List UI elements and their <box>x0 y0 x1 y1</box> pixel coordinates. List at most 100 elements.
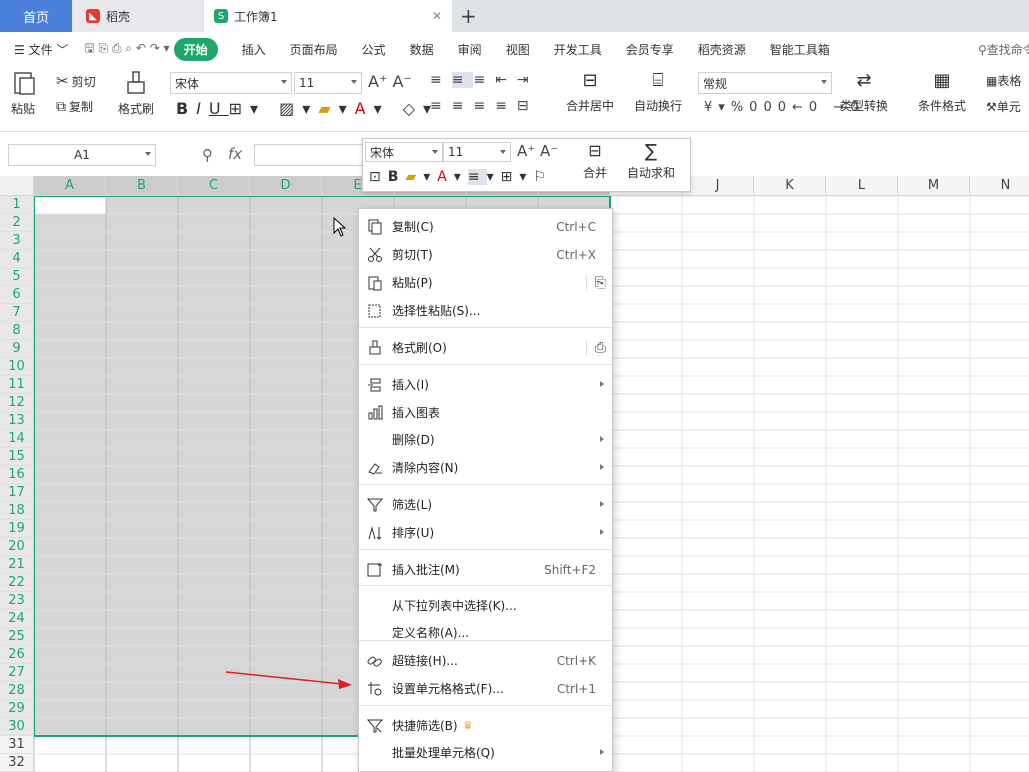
row-header-2[interactable]: 2 <box>0 214 34 232</box>
row-header-11[interactable]: 11 <box>0 376 34 394</box>
row-header-14[interactable]: 14 <box>0 430 34 448</box>
cell-button[interactable]: ⚒ 单元 <box>986 98 1021 115</box>
column-header-n[interactable]: N <box>970 176 1029 196</box>
context-menu-item-7[interactable]: 删除(D) <box>359 426 612 453</box>
row-header-25[interactable]: 25 <box>0 628 34 646</box>
row-header-20[interactable]: 20 <box>0 538 34 556</box>
context-menu-item-0[interactable]: 复制(C) Ctrl+C <box>359 213 612 240</box>
mini-style-buttons[interactable]: ⊡ B ▰ ▾ A ▾ ≡ ▾⊞▾⚐ <box>369 169 553 185</box>
column-header-l[interactable]: L <box>826 176 898 196</box>
menu-tab-6[interactable]: 视图 <box>494 41 542 58</box>
row-header-12[interactable]: 12 <box>0 394 34 412</box>
mini-font-grow-shrink[interactable]: A⁺ A⁻ <box>517 142 558 160</box>
row-header-9[interactable]: 9 <box>0 340 34 358</box>
menu-tab-9[interactable]: 稻壳资源 <box>686 41 758 58</box>
context-menu-item-14[interactable]: 超链接(H)... Ctrl+K <box>359 647 612 674</box>
menu-tab-7[interactable]: 开发工具 <box>542 41 614 58</box>
menu-tab-1[interactable]: 插入 <box>230 41 278 58</box>
column-header-c[interactable]: C <box>178 176 250 196</box>
row-header-22[interactable]: 22 <box>0 574 34 592</box>
align-row-1[interactable]: ≡ ≡ ≡⇤⇥ <box>430 72 539 88</box>
quick-toolbar-icons[interactable]: 🖫 ⎘ ⎙ ⌕ ↶ ↷ ▾ <box>80 39 173 60</box>
active-cell[interactable] <box>34 196 106 214</box>
row-header-8[interactable]: 8 <box>0 322 34 340</box>
context-menu-item-9[interactable]: 筛选(L) <box>359 491 612 518</box>
number-format-select[interactable]: 常规 <box>698 72 832 94</box>
row-header-19[interactable]: 19 <box>0 520 34 538</box>
context-menu-item-13[interactable]: 定义名称(A)... <box>359 619 612 646</box>
row-header-5[interactable]: 5 <box>0 268 34 286</box>
format-painter-button[interactable]: 格式刷 <box>118 70 154 117</box>
mini-merge-button[interactable]: ⊟ 合并 <box>583 141 607 181</box>
close-icon[interactable]: ✕ <box>432 9 442 23</box>
row-header-3[interactable]: 3 <box>0 232 34 250</box>
context-menu-item-5[interactable]: 插入(I) <box>359 371 612 398</box>
font-style-buttons[interactable]: B I U ⊞▾ ▨▾ ▰ ▾ A ▾ ◇▾ <box>176 99 439 118</box>
row-header-31[interactable]: 31 <box>0 736 34 754</box>
column-header-k[interactable]: K <box>754 176 826 196</box>
formula-input[interactable] <box>254 144 364 166</box>
tab-home[interactable]: 首页 <box>0 0 72 32</box>
row-header-23[interactable]: 23 <box>0 592 34 610</box>
row-header-26[interactable]: 26 <box>0 646 34 664</box>
cut-button[interactable]: ✂ 剪切 <box>56 72 96 90</box>
context-menu-item-16[interactable]: 快捷筛选(B) ♛ <box>359 712 612 739</box>
menu-tab-8[interactable]: 会员专享 <box>614 41 686 58</box>
row-header-13[interactable]: 13 <box>0 412 34 430</box>
conditional-format-button[interactable]: ▦ 条件格式 <box>918 70 966 114</box>
add-tab-button[interactable]: + <box>460 4 477 28</box>
tab-daoke[interactable]: ◣ 稻壳 <box>74 0 202 32</box>
column-header-b[interactable]: B <box>106 176 178 196</box>
row-header-21[interactable]: 21 <box>0 556 34 574</box>
row-header-27[interactable]: 27 <box>0 664 34 682</box>
wrap-text-button[interactable]: ⌸ 自动换行 <box>634 70 682 114</box>
type-convert-button[interactable]: ⇄ 类型转换 <box>840 70 888 114</box>
row-header-4[interactable]: 4 <box>0 250 34 268</box>
context-menu-item-1[interactable]: 剪切(T) Ctrl+X <box>359 241 612 268</box>
name-box[interactable]: A1 <box>8 144 156 166</box>
font-select[interactable]: 宋体 <box>170 72 292 94</box>
select-all-corner[interactable] <box>0 176 34 196</box>
row-header-29[interactable]: 29 <box>0 700 34 718</box>
paste-button[interactable]: 粘贴 <box>10 70 36 117</box>
row-header-1[interactable]: 1 <box>0 196 34 214</box>
align-row-2[interactable]: ≡≡≡≡⊟ <box>430 98 539 114</box>
font-size-select[interactable]: 11 <box>294 72 362 94</box>
menu-tab-4[interactable]: 数据 <box>398 41 446 58</box>
row-header-15[interactable]: 15 <box>0 448 34 466</box>
mini-size-select[interactable]: 11 <box>443 142 511 162</box>
row-header-24[interactable]: 24 <box>0 610 34 628</box>
mini-autosum-button[interactable]: ∑ 自动求和 <box>627 141 675 181</box>
menu-tab-3[interactable]: 公式 <box>350 41 398 58</box>
row-header-10[interactable]: 10 <box>0 358 34 376</box>
context-menu-item-15[interactable]: 设置单元格格式(F)... Ctrl+1 <box>359 675 612 702</box>
context-menu-item-8[interactable]: 清除内容(N) <box>359 454 612 481</box>
context-menu-item-2[interactable]: 粘贴(P) ⎘ <box>359 269 612 296</box>
copy-button[interactable]: ⧉ 复制 <box>56 98 93 115</box>
row-header-28[interactable]: 28 <box>0 682 34 700</box>
row-header-32[interactable]: 32 <box>0 754 34 772</box>
font-grow-shrink[interactable]: A⁺ A⁻ <box>368 72 412 91</box>
search-command[interactable]: ⚲查找命令 <box>966 41 1029 58</box>
row-header-17[interactable]: 17 <box>0 484 34 502</box>
table-style-button[interactable]: ▦ 表格 <box>986 72 1021 89</box>
row-header-30[interactable]: 30 <box>0 718 34 736</box>
context-menu-item-17[interactable]: 批量处理单元格(Q) <box>359 739 612 766</box>
context-menu-item-11[interactable]: 插入批注(M) Shift+F2 <box>359 556 612 583</box>
tab-workbook[interactable]: S 工作簿1 ✕ <box>204 0 452 32</box>
row-header-6[interactable]: 6 <box>0 286 34 304</box>
paste-options-icon[interactable]: ⎘ <box>585 274 606 291</box>
row-header-18[interactable]: 18 <box>0 502 34 520</box>
column-header-j[interactable]: J <box>682 176 754 196</box>
column-header-a[interactable]: A <box>34 176 106 196</box>
fx-button[interactable]: fx <box>228 145 242 163</box>
menu-tab-5[interactable]: 审阅 <box>446 41 494 58</box>
row-header-7[interactable]: 7 <box>0 304 34 322</box>
mini-font-select[interactable]: 宋体 <box>365 142 443 162</box>
menu-tab-0[interactable]: 开始 <box>173 37 218 61</box>
row-header-16[interactable]: 16 <box>0 466 34 484</box>
context-menu-item-4[interactable]: 格式刷(O) ⎙ <box>359 334 612 361</box>
menu-tab-10[interactable]: 智能工具箱 <box>758 41 842 58</box>
context-menu-item-12[interactable]: 从下拉列表中选择(K)... <box>359 592 612 619</box>
context-menu-item-10[interactable]: 排序(U) <box>359 519 612 546</box>
